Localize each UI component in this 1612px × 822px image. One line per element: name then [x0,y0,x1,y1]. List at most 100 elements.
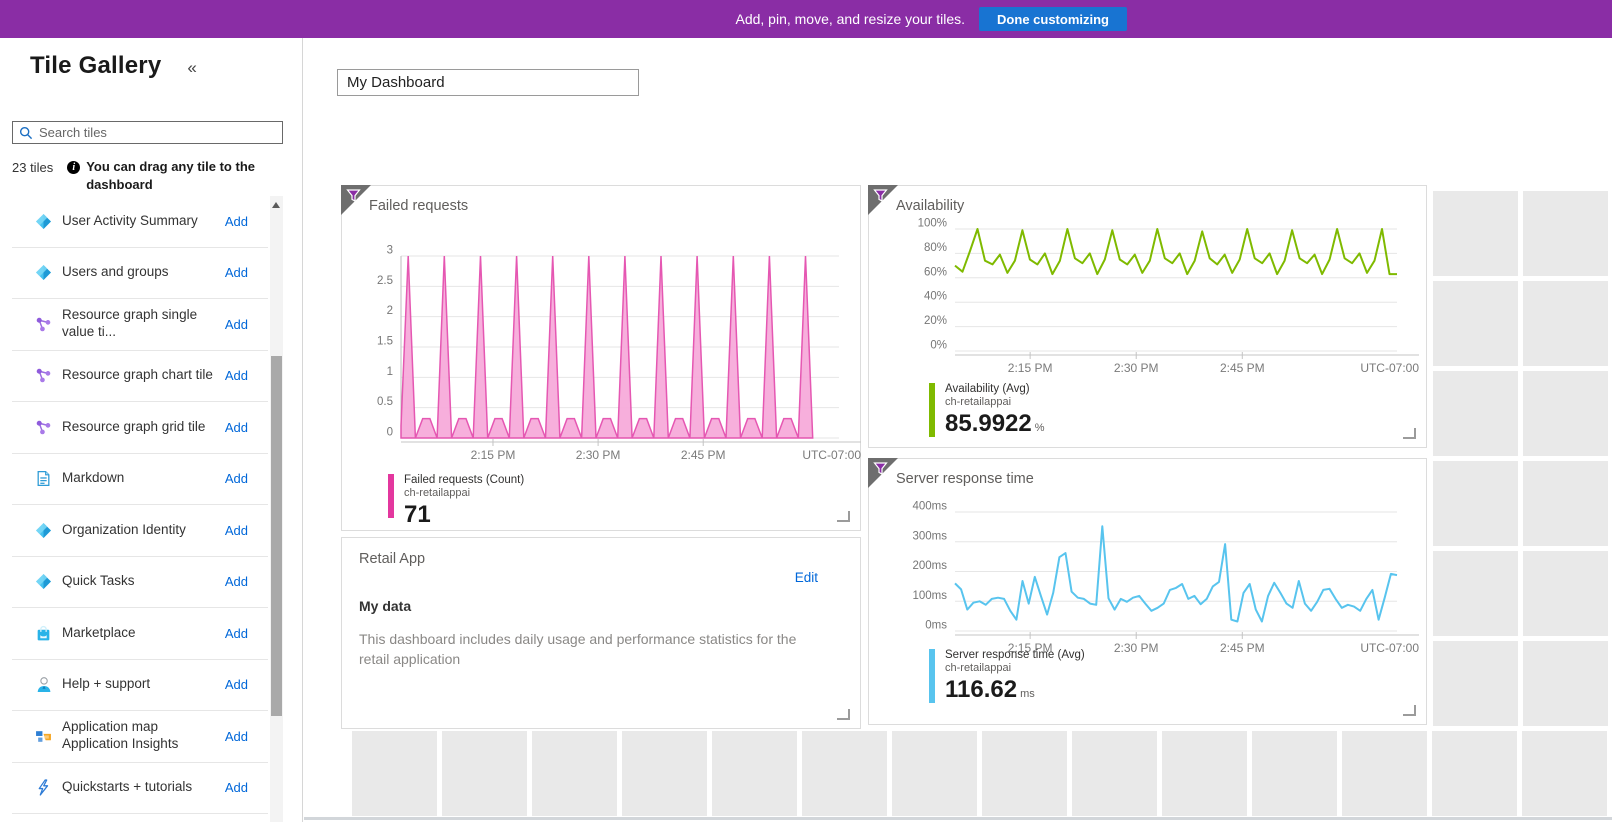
placeholder-tile [1433,281,1518,366]
scroll-up-icon[interactable] [272,202,280,208]
placeholder-tile [982,731,1067,816]
customize-banner: Add, pin, move, and resize your tiles. D… [0,0,1612,38]
placeholder-tile [352,731,437,816]
legend-resource-name: ch-retailappai [945,662,1085,674]
svg-text:UTC-07:00: UTC-07:00 [1360,641,1419,655]
tile-label: Help + support [62,676,150,693]
tile-gallery-panel: Tile Gallery « 23 tiles i You can drag a… [0,38,303,822]
edit-link[interactable]: Edit [795,570,818,585]
svg-text:60%: 60% [924,266,947,278]
svg-text:2:15 PM: 2:15 PM [1008,361,1053,375]
placeholder-tile [1433,641,1518,726]
app-map-icon [35,728,52,745]
add-tile-link[interactable]: Add [225,214,248,229]
dashboard-canvas: Failed requests 32.521.510.502:15 PM2:30… [304,38,1612,822]
tile-gallery-item[interactable]: Quickstarts + tutorials Add [12,763,268,815]
svg-text:2:15 PM: 2:15 PM [471,448,516,462]
svg-text:2: 2 [387,305,393,317]
info-icon: i [67,161,80,174]
tile-resize-handle[interactable] [837,511,850,522]
azure-dashboard-customize-page: Add, pin, move, and resize your tiles. D… [0,0,1612,822]
tile-gallery-list: User Activity Summary Add Users and grou… [12,196,268,822]
placeholder-tile [442,731,527,816]
tile-gallery-item[interactable]: Help + support Add [12,660,268,712]
availability-tile[interactable]: Availability 100%80%60%40%20%0%2:15 PM2:… [868,185,1427,448]
diamond-icon [35,522,52,539]
placeholder-tile [1072,731,1157,816]
add-tile-link[interactable]: Add [225,677,248,692]
add-tile-link[interactable]: Add [225,729,248,744]
legend-resource-name: ch-retailappai [945,396,1045,408]
collapse-panel-icon[interactable]: « [187,58,196,78]
tile-gallery-item[interactable]: Resource graph grid tile Add [12,402,268,454]
legend-metric-name: Failed requests (Count) [404,474,524,486]
tile-gallery-item[interactable]: User Activity Summary Add [12,196,268,248]
tile-gallery-item[interactable]: Marketplace Add [12,608,268,660]
legend-unit: % [1035,422,1045,434]
tile-resize-handle[interactable] [837,709,850,720]
placeholder-tile [1433,191,1518,276]
tile-label: Quick Tasks [62,573,135,590]
placeholder-tile [1433,461,1518,546]
legend-color-bar [929,649,935,703]
add-tile-link[interactable]: Add [225,626,248,641]
tile-gallery-item[interactable]: Markdown Add [12,454,268,506]
legend-resource-name: ch-retailappai [404,487,524,499]
diamond-icon [35,264,52,281]
scrollbar-thumb[interactable] [271,356,282,716]
tile-gallery-item[interactable]: Resource graph chart tile Add [12,351,268,403]
add-tile-link[interactable]: Add [225,420,248,435]
search-input[interactable] [39,125,276,140]
placeholder-tile [1432,731,1517,816]
add-tile-link[interactable]: Add [225,471,248,486]
svg-text:0ms: 0ms [925,620,947,632]
marketplace-icon [35,625,52,642]
canvas-bottom-divider [304,817,1612,820]
chart-legend: Failed requests (Count) ch-retailappai 7… [388,474,524,518]
svg-text:2:45 PM: 2:45 PM [681,448,726,462]
help-icon [35,676,52,693]
server-response-tile[interactable]: Server response time 400ms300ms200ms100m… [868,458,1427,725]
add-tile-link[interactable]: Add [225,574,248,589]
sidebar-scrollbar[interactable] [270,196,283,822]
tile-gallery-item[interactable]: Application mapApplication Insights Add [12,711,268,763]
add-tile-link[interactable]: Add [225,523,248,538]
dashboard-name-input[interactable] [337,69,639,96]
tile-label: Marketplace [62,625,136,642]
tile-gallery-item[interactable]: Users and groups Add [12,248,268,300]
svg-text:40%: 40% [924,291,947,303]
tile-label: User Activity Summary [62,213,198,230]
add-tile-link[interactable]: Add [225,265,248,280]
placeholder-tile [1523,281,1608,366]
chart-legend: Server response time (Avg) ch-retailappa… [929,649,1085,703]
tile-resize-handle[interactable] [1403,428,1416,439]
tile-gallery-item[interactable]: Resource graph single value ti... Add [12,299,268,351]
tile-label: Resource graph grid tile [62,419,205,436]
placeholder-tile [1433,551,1518,636]
legend-color-bar [388,474,394,518]
placeholder-tile [712,731,797,816]
tile-gallery-item[interactable]: Organization Identity Add [12,505,268,557]
legend-metric-name: Server response time (Avg) [945,649,1085,661]
customize-message: Add, pin, move, and resize your tiles. [735,11,965,27]
add-tile-link[interactable]: Add [225,780,248,795]
legend-color-bar [929,383,935,437]
retail-app-tile[interactable]: Retail App Edit My data This dashboard i… [341,537,861,729]
placeholder-tile [1523,371,1608,456]
placeholder-tile [1522,731,1607,816]
svg-text:0%: 0% [930,340,947,352]
placeholder-tile [622,731,707,816]
done-customizing-button[interactable]: Done customizing [979,7,1127,31]
placeholder-tile [1523,461,1608,546]
add-tile-link[interactable]: Add [225,317,248,332]
placeholder-tile [1523,191,1608,276]
legend-value: 85.9922% [945,410,1045,438]
add-tile-link[interactable]: Add [225,368,248,383]
tile-resize-handle[interactable] [1403,705,1416,716]
failed-requests-tile[interactable]: Failed requests 32.521.510.502:15 PM2:30… [341,185,861,531]
lightning-icon [35,779,52,796]
tile-gallery-item[interactable]: Quick Tasks Add [12,557,268,609]
svg-text:2:30 PM: 2:30 PM [1114,641,1159,655]
resource-graph-icon [35,419,52,436]
placeholder-tile [532,731,617,816]
